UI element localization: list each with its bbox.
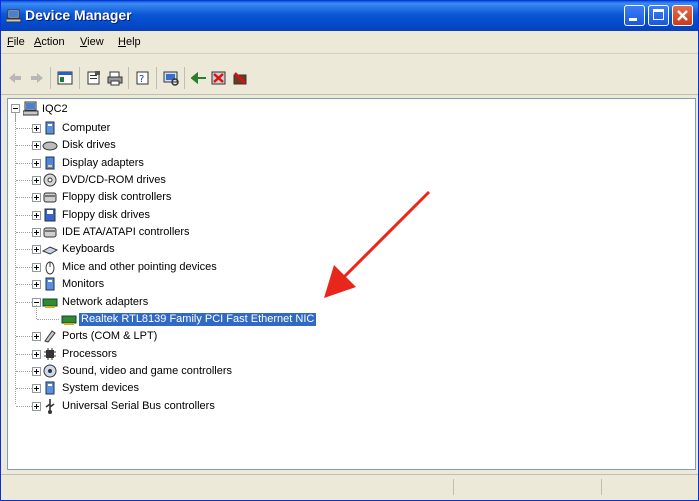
annotation-arrow: [324, 190, 431, 298]
device-manager-window: Device Manager File Action View Help ? I…: [0, 0, 699, 501]
